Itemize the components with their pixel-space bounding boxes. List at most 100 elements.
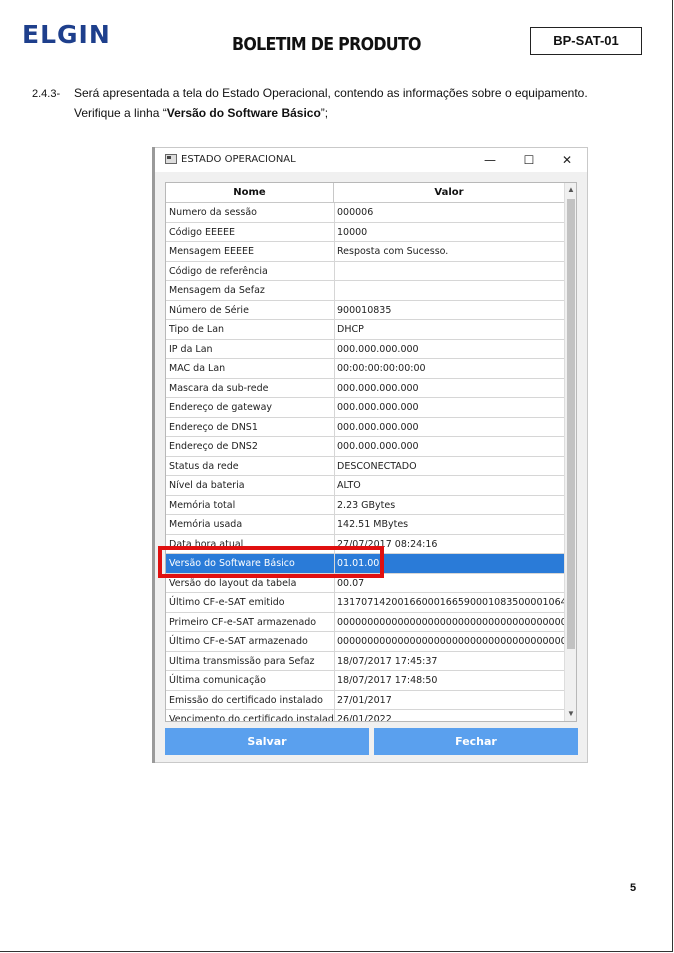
row-name-cell: Ultima transmissão para Sefaz: [166, 651, 335, 671]
elgin-logo: ELGIN: [22, 20, 111, 49]
close-button[interactable]: Fechar: [374, 728, 578, 755]
verify-prefix: Verifique a linha “: [74, 106, 167, 120]
close-window-button[interactable]: ✕: [555, 151, 579, 169]
table-row[interactable]: Último CF-e-SAT armazenado 00000000000000…: [166, 632, 564, 652]
row-name-cell: Endereço de DNS2: [166, 437, 335, 456]
row-name-cell: Memória total: [166, 495, 335, 515]
table-row[interactable]: Numero da sessão 000006: [166, 203, 564, 223]
row-value-cell: DESCONECTADO: [337, 460, 417, 472]
scrollbar-thumb[interactable]: [567, 199, 575, 649]
page-number: 5: [630, 882, 637, 894]
row-name-cell: Vencimento do certificado instalado: [166, 710, 335, 721]
table-row[interactable]: Código EEEEE 10000: [166, 222, 564, 242]
column-header-value[interactable]: Valor: [334, 183, 564, 202]
row-name-cell: Número de Série: [166, 300, 335, 320]
row-value-cell: 10000: [337, 226, 368, 238]
row-name-cell: Endereço de gateway: [166, 398, 335, 417]
row-value-cell: [334, 262, 564, 281]
status-table[interactable]: Nome Valor Numero da sessão 000006 Código …: [165, 182, 577, 722]
row-value-cell: 000.000.000.000: [337, 402, 419, 413]
row-value-cell: ALTO: [337, 480, 361, 491]
window-title: ESTADO OPERACIONAL: [181, 154, 296, 165]
table-row[interactable]: Vencimento do certificado instalado 26/01…: [166, 710, 564, 722]
scroll-up-icon[interactable]: ▲: [565, 183, 576, 197]
row-name-cell: Memória usada: [166, 515, 335, 534]
table-body: Numero da sessão 000006 Código EEEEE 10000 M…: [166, 203, 564, 722]
step-instruction: Será apresentada a tela do Estado Operac…: [74, 86, 588, 100]
row-name-cell: Último CF-e-SAT emitido: [166, 593, 335, 612]
row-name-cell: Mensagem EEEEE: [166, 242, 335, 261]
row-value-cell: 142.51 MBytes: [337, 519, 409, 530]
row-value-cell: 0000000000000000000000000000000000000000…: [337, 636, 564, 647]
row-name-cell: Nível da bateria: [166, 476, 335, 495]
row-value-cell: 26/01/2022: [337, 714, 392, 722]
row-name-cell: MAC da Lan: [166, 359, 335, 378]
verify-target: Versão do Software Básico: [166, 106, 321, 120]
highlight-box: [158, 546, 384, 578]
window-left-edge: [152, 147, 155, 763]
save-button[interactable]: Salvar: [165, 728, 369, 755]
table-row[interactable]: Mascara da sub-rede 000.000.000.000: [166, 378, 564, 398]
row-name-cell: Código de referência: [166, 261, 335, 281]
row-name-cell: Mascara da sub-rede: [166, 378, 335, 398]
row-name-cell: Tipo de Lan: [166, 320, 335, 339]
table-row[interactable]: Mensagem EEEEE Resposta com Sucesso.: [166, 242, 564, 262]
document-code: BP-SAT-01: [530, 27, 642, 55]
table-row[interactable]: Última comunicação 18/07/2017 17:48:50: [166, 671, 564, 691]
table-row[interactable]: Memória usada 142.51 MBytes: [166, 515, 564, 535]
row-value-cell: [334, 281, 564, 300]
row-value-cell: 18/07/2017 17:45:37: [337, 655, 438, 667]
row-value-cell: DHCP: [337, 324, 364, 335]
row-value-cell: 18/07/2017 17:48:50: [337, 675, 438, 686]
table-row[interactable]: Último CF-e-SAT emitido 13170714200166000…: [166, 593, 564, 613]
vertical-scrollbar[interactable]: ▲ ▼: [564, 183, 576, 721]
table-row[interactable]: Mensagem da Sefaz: [166, 281, 564, 301]
row-value-cell: 000.000.000.000: [337, 343, 419, 355]
estado-operacional-window: ESTADO OPERACIONAL — ☐ ✕ Nome Valor Nume…: [152, 147, 588, 763]
row-name-cell: Mensagem da Sefaz: [166, 281, 335, 300]
row-value-cell: Resposta com Sucesso.: [337, 246, 449, 257]
row-name-cell: Endereço de DNS1: [166, 417, 335, 437]
column-header-name[interactable]: Nome: [166, 183, 334, 202]
verify-suffix: ”;: [320, 106, 329, 120]
table-row[interactable]: Endereço de DNS2 000.000.000.000: [166, 437, 564, 457]
row-value-cell: 000.000.000.000: [337, 421, 419, 433]
document-title: BOLETIM DE PRODUTO: [232, 34, 422, 55]
row-name-cell: IP da Lan: [166, 339, 335, 359]
row-value-cell: 0000000000000000000000000000000000000000…: [337, 616, 564, 628]
table-row[interactable]: Endereço de DNS1 000.000.000.000: [166, 417, 564, 437]
row-value-cell: 000006: [337, 207, 374, 218]
table-row[interactable]: Nível da bateria ALTO: [166, 476, 564, 496]
step-verify-line: Verifique a linha “Versão do Software Bá…: [74, 106, 328, 120]
row-value-cell: 900010835: [337, 304, 392, 316]
scroll-down-icon[interactable]: ▼: [565, 707, 576, 721]
step-number: 2.4.3-: [32, 88, 61, 100]
table-row[interactable]: Emissão do certificado instalado 27/01/20…: [166, 690, 564, 710]
table-row[interactable]: Primeiro CF-e-SAT armazenado 000000000000…: [166, 612, 564, 632]
maximize-button[interactable]: ☐: [517, 151, 541, 169]
row-value-cell: 1317071420016600016659000108350000106475…: [337, 597, 564, 608]
window-app-icon: [165, 154, 177, 164]
table-header: Nome Valor: [166, 183, 564, 203]
row-value-cell: 2.23 GBytes: [337, 499, 396, 511]
table-row[interactable]: Código de referência: [166, 261, 564, 281]
table-row[interactable]: MAC da Lan 00:00:00:00:00:00: [166, 359, 564, 379]
row-value-cell: 00:00:00:00:00:00: [337, 363, 426, 374]
table-row[interactable]: Memória total 2.23 GBytes: [166, 495, 564, 515]
row-name-cell: Último CF-e-SAT armazenado: [166, 632, 335, 651]
table-row[interactable]: Ultima transmissão para Sefaz 18/07/2017 …: [166, 651, 564, 671]
row-name-cell: Última comunicação: [166, 671, 335, 690]
row-name-cell: Código EEEEE: [166, 222, 335, 242]
row-value-cell: 000.000.000.000: [337, 441, 419, 452]
row-name-cell: Primeiro CF-e-SAT armazenado: [166, 612, 335, 632]
table-row[interactable]: Tipo de Lan DHCP: [166, 320, 564, 340]
row-value-cell: 000.000.000.000: [337, 382, 419, 394]
table-row[interactable]: Endereço de gateway 000.000.000.000: [166, 398, 564, 418]
table-row[interactable]: IP da Lan 000.000.000.000: [166, 339, 564, 359]
row-name-cell: Emissão do certificado instalado: [166, 690, 335, 710]
minimize-button[interactable]: —: [478, 151, 502, 169]
row-name-cell: Numero da sessão: [166, 203, 335, 222]
table-row[interactable]: Número de Série 900010835: [166, 300, 564, 320]
table-row[interactable]: Status da rede DESCONECTADO: [166, 456, 564, 476]
window-titlebar[interactable]: ESTADO OPERACIONAL — ☐ ✕: [153, 148, 587, 172]
